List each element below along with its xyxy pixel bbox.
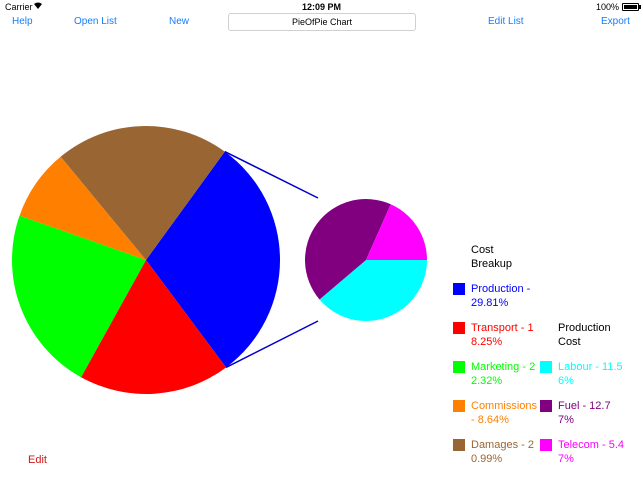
secondary-legend-item-label: Labour - 11.56% (558, 361, 623, 387)
main-legend-item-label: Transport - 18.25% (471, 322, 534, 348)
secondary-legend-item-label: Fuel - 12.77% (558, 400, 611, 426)
main-legend-item-label: Damages - 20.99% (471, 439, 534, 465)
edit-button[interactable]: Edit (28, 454, 47, 466)
main-legend-item-label: Production - 29.81% (471, 283, 531, 309)
secondary-legend-item-swatch (540, 361, 552, 373)
main-legend-item-swatch (453, 439, 465, 451)
main-legend-item-label: Commissions - 8.64% (471, 400, 538, 426)
main-legend-item-swatch (453, 322, 465, 334)
secondary-legend-heading: Production Cost (558, 322, 611, 348)
main-legend-item-swatch (453, 400, 465, 412)
main-legend-item-swatch (453, 361, 465, 373)
secondary-legend-item-label: Telecom - 5.47% (558, 439, 625, 465)
main-legend-item-label: Marketing - 22.32% (471, 361, 536, 387)
secondary-legend-item-swatch (540, 400, 552, 412)
main-legend-item-swatch (453, 283, 465, 295)
secondary-legend-item-swatch (540, 439, 552, 451)
main-legend-heading: Cost Breakup (471, 244, 512, 270)
